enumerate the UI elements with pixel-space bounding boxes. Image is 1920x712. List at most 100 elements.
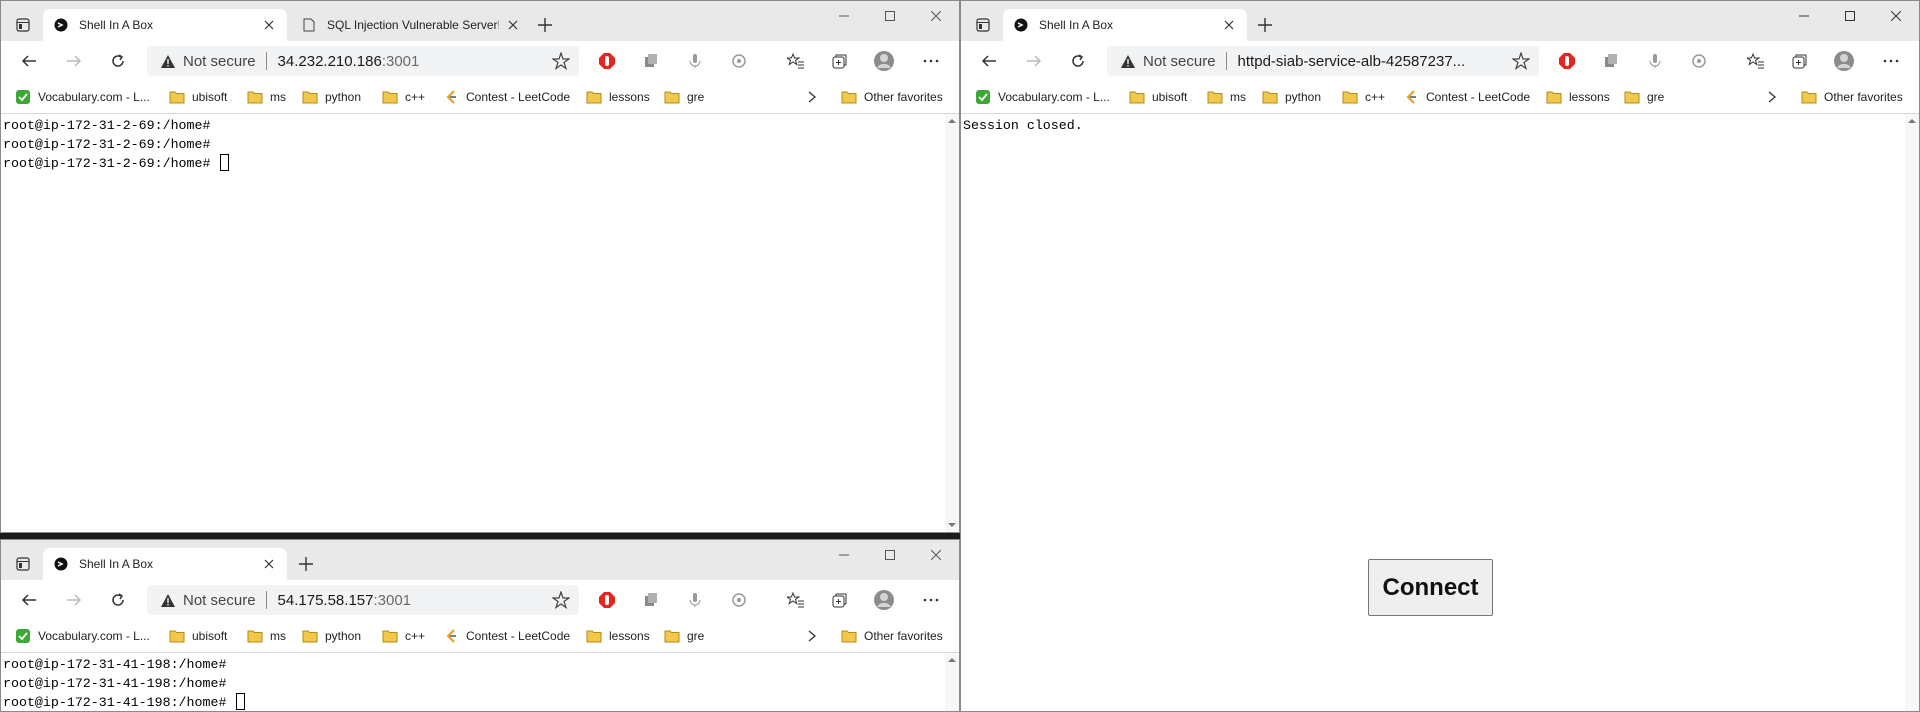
ext-mic-icon[interactable] [683,588,707,612]
bookmark-python[interactable]: python [302,628,361,644]
vertical-scrollbar[interactable] [945,114,959,532]
terminal-output[interactable]: root@ip-172-31-41-198:/home# root@ip-172-… [1,653,959,711]
more-icon[interactable] [919,588,943,612]
bookmark-other-favorites[interactable]: Other favorites [841,89,943,105]
forward-arrow-icon[interactable] [62,588,86,612]
bookmark-gre[interactable]: gre [664,89,704,105]
forward-arrow-icon[interactable] [1022,49,1046,73]
refresh-icon[interactable] [1066,49,1090,73]
bookmark-vocabulary[interactable]: Vocabulary.com - L... [15,89,150,105]
bookmark-ubisoft[interactable]: ubisoft [1129,89,1187,105]
chevron-right-icon[interactable] [808,89,816,105]
bookmark-cpp[interactable]: c++ [382,89,425,105]
maximize-icon[interactable] [867,1,913,31]
tab-shell-in-a-box[interactable]: Shell In A Box [43,9,287,41]
chevron-right-icon[interactable] [1768,89,1776,105]
adblock-icon[interactable] [595,588,619,612]
favorites-icon[interactable] [1744,49,1768,73]
refresh-icon[interactable] [106,588,130,612]
scroll-down-icon[interactable] [945,518,959,532]
more-icon[interactable] [1879,49,1903,73]
maximize-icon[interactable] [1827,1,1873,31]
close-icon[interactable] [1221,17,1237,33]
bookmark-python[interactable]: python [302,89,361,105]
profile-icon[interactable] [1832,49,1856,73]
collections-icon[interactable] [1788,49,1812,73]
new-tab-plus-icon[interactable] [296,554,316,574]
collections-icon[interactable] [828,588,852,612]
bookmark-other-favorites[interactable]: Other favorites [841,628,943,644]
favorites-icon[interactable] [784,49,808,73]
adblock-icon[interactable] [1555,49,1579,73]
new-tab-plus-icon[interactable] [535,15,555,35]
minimize-icon[interactable] [821,1,867,31]
scroll-up-icon[interactable] [945,114,959,128]
minimize-icon[interactable] [821,540,867,570]
bookmark-leetcode[interactable]: Contest - LeetCode [443,89,570,105]
ext-shield-icon[interactable] [727,49,751,73]
address-bar[interactable]: Not secure httpd-siab-service-alb-425872… [1107,46,1539,76]
ext-shield-icon[interactable] [727,588,751,612]
bookmark-gre[interactable]: gre [1624,89,1664,105]
minimize-icon[interactable] [1781,1,1827,31]
tab-actions-icon[interactable] [13,554,33,574]
scroll-up-icon[interactable] [1905,114,1919,128]
back-arrow-icon[interactable] [977,49,1001,73]
star-plus-icon[interactable] [551,590,571,610]
ext-copy-icon[interactable] [639,49,663,73]
bookmark-lessons[interactable]: lessons [1546,89,1610,105]
bookmark-ms[interactable]: ms [247,628,286,644]
more-icon[interactable] [919,49,943,73]
star-plus-icon[interactable] [1511,51,1531,71]
close-icon[interactable] [261,17,277,33]
ext-mic-icon[interactable] [1643,49,1667,73]
bookmark-python[interactable]: python [1262,89,1321,105]
collections-icon[interactable] [828,49,852,73]
vertical-scrollbar[interactable] [1905,114,1919,711]
address-bar[interactable]: Not secure 54.175.58.157:3001 [147,585,579,615]
bookmark-other-favorites[interactable]: Other favorites [1801,89,1903,105]
connect-button[interactable]: Connect [1368,559,1493,616]
bookmark-ms[interactable]: ms [1207,89,1246,105]
new-tab-plus-icon[interactable] [1255,15,1275,35]
terminal-output[interactable]: root@ip-172-31-2-69:/home# root@ip-172-31… [1,114,959,173]
chevron-right-icon[interactable] [808,628,816,644]
bookmark-gre[interactable]: gre [664,628,704,644]
ext-mic-icon[interactable] [683,49,707,73]
close-icon[interactable] [261,556,277,572]
tab-shell-in-a-box[interactable]: Shell In A Box [43,548,287,580]
maximize-icon[interactable] [867,540,913,570]
back-arrow-icon[interactable] [17,49,41,73]
bookmark-ms[interactable]: ms [247,89,286,105]
bookmark-ubisoft[interactable]: ubisoft [169,628,227,644]
profile-icon[interactable] [872,49,896,73]
forward-arrow-icon[interactable] [62,49,86,73]
bookmark-cpp[interactable]: c++ [382,628,425,644]
tab-actions-icon[interactable] [13,15,33,35]
bookmark-leetcode[interactable]: Contest - LeetCode [1403,89,1530,105]
bookmark-lessons[interactable]: lessons [586,628,650,644]
vertical-scrollbar[interactable] [945,653,959,711]
close-window-icon[interactable] [913,1,959,31]
back-arrow-icon[interactable] [17,588,41,612]
tab-shell-in-a-box[interactable]: Shell In A Box [1003,9,1247,41]
ext-copy-icon[interactable] [639,588,663,612]
bookmark-leetcode[interactable]: Contest - LeetCode [443,628,570,644]
star-plus-icon[interactable] [551,51,571,71]
ext-copy-icon[interactable] [1599,49,1623,73]
adblock-icon[interactable] [595,49,619,73]
bookmark-vocabulary[interactable]: Vocabulary.com - L... [975,89,1110,105]
favorites-icon[interactable] [784,588,808,612]
tab-sql-injection[interactable]: SQL Injection Vulnerable Server! [291,9,531,41]
refresh-icon[interactable] [106,49,130,73]
scroll-up-icon[interactable] [945,653,959,667]
close-window-icon[interactable] [913,540,959,570]
ext-shield-icon[interactable] [1687,49,1711,73]
close-icon[interactable] [505,17,521,33]
profile-icon[interactable] [872,588,896,612]
address-bar[interactable]: Not secure 34.232.210.186:3001 [147,46,579,76]
bookmark-lessons[interactable]: lessons [586,89,650,105]
close-window-icon[interactable] [1873,1,1919,31]
bookmark-ubisoft[interactable]: ubisoft [169,89,227,105]
bookmark-cpp[interactable]: c++ [1342,89,1385,105]
